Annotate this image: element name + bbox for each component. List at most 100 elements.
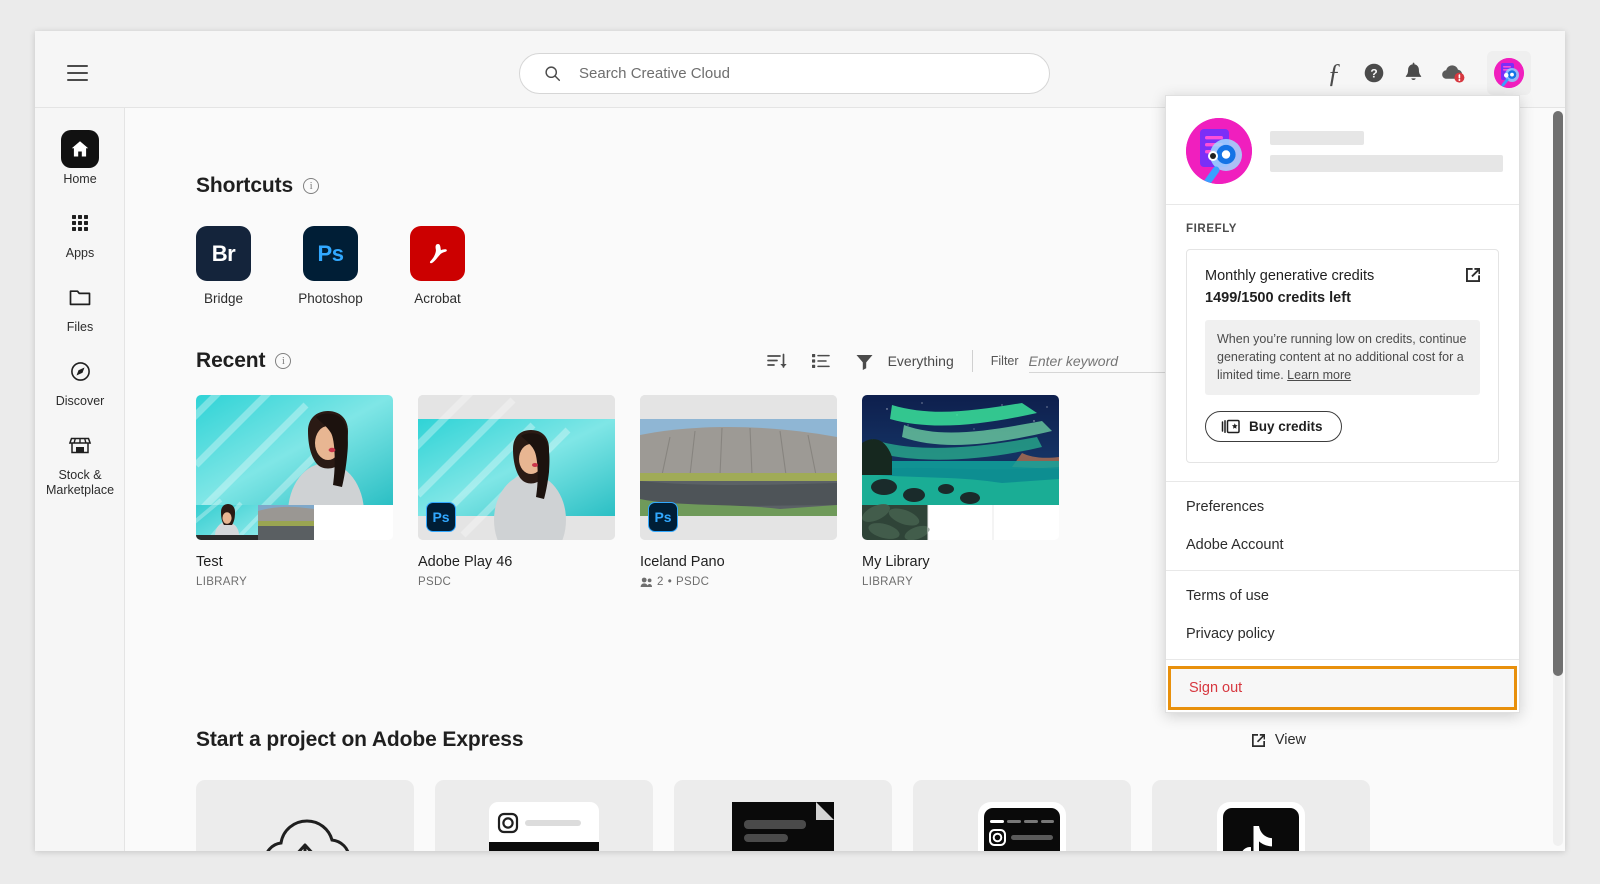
sidebar-item-discover[interactable]: Discover (35, 352, 125, 409)
learn-more-link[interactable]: Learn more (1287, 368, 1351, 382)
file-name: Adobe Play 46 (418, 554, 513, 570)
cloud-sync-error-icon[interactable] (1435, 55, 1471, 91)
recent-title: Recent (196, 349, 266, 372)
tiktok-icon (1217, 802, 1305, 851)
shortcut-photoshop[interactable]: Ps Photoshop (298, 226, 363, 306)
menu-item-privacy-policy[interactable]: Privacy policy (1166, 615, 1519, 653)
shortcuts-header: Shortcuts i (196, 174, 465, 198)
badge-text: Ps (432, 509, 450, 525)
bell-icon-glyph (1405, 62, 1421, 81)
app-abbr: Br (211, 240, 236, 266)
redacted-user-email (1270, 154, 1503, 172)
user-avatar-button[interactable] (1487, 51, 1531, 95)
sign-out-button[interactable]: Sign out (1168, 666, 1517, 710)
avatar-art (1494, 58, 1524, 88)
credits-title: Monthly generative credits (1205, 268, 1375, 284)
file-card[interactable]: Test LIBRARY (196, 395, 393, 588)
upload-template-card[interactable] (196, 780, 414, 851)
firefly-section-label: FIREFLY (1186, 223, 1238, 235)
info-icon[interactable]: i (275, 353, 292, 369)
file-meta-text: LIBRARY (862, 576, 914, 588)
acrobat-app-icon (410, 226, 465, 281)
instagram-post-icon (489, 802, 599, 851)
sidebar-item-label: Apps (65, 246, 95, 260)
file-thumbnail: Ps (418, 395, 615, 540)
shortcut-bridge[interactable]: Br Bridge (196, 226, 251, 306)
flyer-template-card[interactable] (674, 780, 892, 851)
help-icon-glyph: ? (1364, 63, 1384, 83)
file-card[interactable]: Ps Iceland Pano 2 • PSDC (640, 395, 837, 588)
info-icon[interactable]: i (303, 178, 320, 194)
express-title: Start a project on Adobe Express (196, 728, 524, 751)
profile-user-row[interactable] (1166, 96, 1519, 205)
instagram-story-template-card[interactable] (913, 780, 1131, 851)
thumbnail-art (862, 395, 1059, 540)
menu-item-preferences[interactable]: Preferences (1166, 488, 1519, 526)
notifications-bell-icon[interactable] (1395, 55, 1431, 91)
menu-item-terms-of-use[interactable]: Terms of use (1166, 577, 1519, 615)
sidebar-item-label: Files (66, 320, 94, 334)
grid-apps-icon (61, 204, 99, 242)
storefront-icon (61, 426, 99, 464)
sidebar-item-label: Discover (55, 394, 105, 408)
help-icon[interactable]: ? (1356, 55, 1392, 91)
file-meta: 2 • PSDC (640, 576, 837, 588)
menu-item-adobe-account[interactable]: Adobe Account (1166, 526, 1519, 564)
shortcuts-section: Shortcuts i Br Bridge Ps Photoshop Acrob… (196, 174, 465, 306)
app-abbr: Ps (317, 240, 344, 266)
scrollbar-thumb[interactable] (1553, 111, 1563, 676)
window-scrollbar[interactable] (1553, 111, 1563, 846)
search-placeholder-text: Search Creative Cloud (579, 65, 730, 82)
sort-descending-icon[interactable] (762, 346, 792, 376)
shortcut-label: Acrobat (414, 291, 461, 306)
sidebar-item-home[interactable]: Home (35, 130, 125, 187)
creative-cloud-desktop-window: Search Creative Cloud ƒ ? Home Apps File… (35, 31, 1565, 851)
sidebar-item-apps[interactable]: Apps (35, 204, 125, 261)
file-meta: LIBRARY (196, 576, 393, 588)
buy-credits-label: Buy credits (1249, 419, 1323, 434)
funnel-icon[interactable] (850, 346, 880, 376)
credits-note: When you’re running low on credits, cont… (1205, 320, 1480, 395)
hamburger-menu-icon[interactable] (57, 53, 97, 93)
filter-everything-label[interactable]: Everything (888, 353, 954, 369)
file-thumbnail: Ps (640, 395, 837, 540)
tiktok-template-card[interactable] (1152, 780, 1370, 851)
buy-credits-button[interactable]: Buy credits (1205, 411, 1342, 442)
hamburger-line (66, 79, 88, 81)
acrobat-a-glyph (429, 243, 447, 263)
redacted-user-info (1270, 130, 1503, 172)
file-meta: PSDC (418, 576, 615, 588)
phone-story-icon (978, 802, 1066, 851)
file-meta-text: LIBRARY (196, 576, 248, 588)
search-input[interactable]: Search Creative Cloud (519, 53, 1050, 94)
express-view-link[interactable]: View (1250, 732, 1306, 749)
external-link-icon[interactable] (1464, 266, 1482, 284)
profile-dropdown-menu: FIREFLY Monthly generative credits 1499/… (1165, 95, 1520, 713)
shared-users-icon (640, 577, 652, 587)
shared-count: 2 (657, 576, 664, 588)
firefly-fn-icon[interactable]: ƒ (1316, 55, 1352, 91)
file-thumbnail (862, 395, 1059, 540)
list-view-icon[interactable] (806, 346, 836, 376)
signout-group: Sign out (1166, 660, 1519, 710)
filter-label: Filter (990, 354, 1019, 368)
credits-count: 1499/1500 credits left (1205, 290, 1351, 306)
file-card[interactable]: My Library LIBRARY (862, 395, 1059, 588)
user-avatar-large (1186, 118, 1252, 184)
photoshop-badge-icon: Ps (648, 502, 678, 532)
recent-files-grid: Test LIBRARY Ps Adobe Play 46 PSDC Ps Ic… (196, 395, 1059, 588)
home-icon (61, 130, 99, 168)
sidebar-item-stock-marketplace[interactable]: Stock & Marketplace (35, 426, 125, 498)
sidebar-item-label: Stock & Marketplace (45, 468, 115, 497)
file-card[interactable]: Ps Adobe Play 46 PSDC (418, 395, 615, 588)
hamburger-line (66, 72, 88, 74)
shortcut-label: Photoshop (298, 291, 363, 306)
sidebar-item-files[interactable]: Files (35, 278, 125, 335)
account-menu-group: Preferences Adobe Account (1166, 482, 1519, 571)
credits-icon (1221, 419, 1240, 434)
legal-menu-group: Terms of use Privacy policy (1166, 571, 1519, 660)
shortcut-acrobat[interactable]: Acrobat (410, 226, 465, 306)
compass-icon (61, 352, 99, 390)
hamburger-line (66, 65, 88, 67)
instagram-post-template-card[interactable] (435, 780, 653, 851)
